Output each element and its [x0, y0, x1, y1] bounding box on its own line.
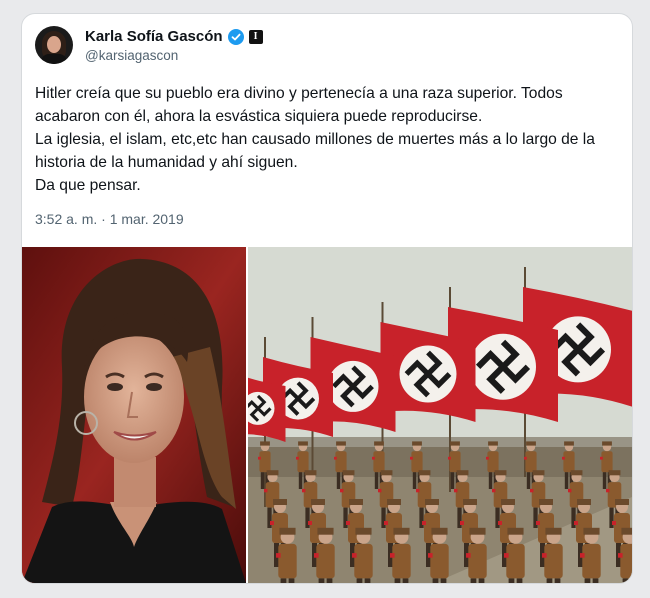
tweet-timestamp[interactable]: 3:52 a. m. · 1 mar. 2019 [35, 211, 184, 227]
tweet-text-line: Da que pensar. [35, 177, 141, 194]
author-handle[interactable]: @karsiagascon [85, 48, 178, 63]
tweet-text: Hitler creía que su pueblo era divino y … [35, 82, 625, 197]
media-photo-portrait[interactable] [22, 247, 246, 583]
tweet-text-line: Hitler creía que su pueblo era divino y … [35, 85, 563, 102]
tweet-text-line: historia de la humanidad y ahí siguen. [35, 154, 298, 171]
affiliation-badge-icon[interactable]: I [248, 29, 263, 44]
media-photo-parade[interactable] [248, 247, 632, 583]
author-name[interactable]: Karla Sofía Gascón [85, 28, 223, 45]
author-row: Karla Sofía Gascón I [85, 28, 263, 45]
tweet-card[interactable]: Karla Sofía Gascón I @karsiagascon Hitle… [21, 13, 633, 584]
tweet-media [22, 247, 632, 583]
tweet-text-line: acabaron con él, ahora la esvástica siqu… [35, 108, 483, 125]
avatar[interactable] [35, 26, 73, 64]
tweet-header: Karla Sofía Gascón I @karsiagascon [35, 26, 615, 66]
verified-badge-icon[interactable] [227, 28, 244, 45]
tweet-text-line: La iglesia, el islam, etc,etc han causad… [35, 131, 595, 148]
